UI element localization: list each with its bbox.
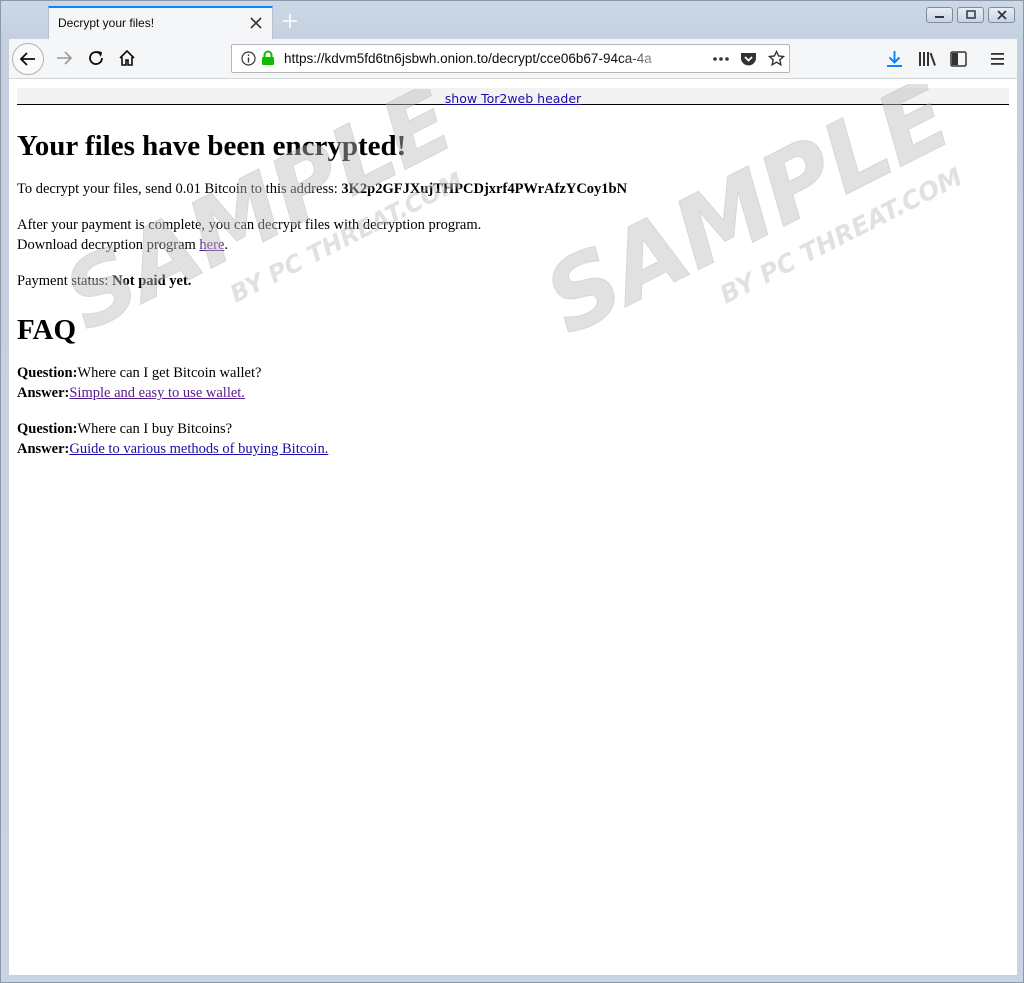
home-icon — [119, 49, 135, 66]
menu-icon[interactable] — [990, 52, 1005, 66]
ransom-page: Your files have been encrypted! To decry… — [17, 107, 997, 475]
lock-icon[interactable] — [261, 50, 275, 66]
pocket-icon[interactable] — [740, 51, 757, 67]
browser-window: Decrypt your files! https://kdvm5fd6tn6j… — [0, 0, 1024, 983]
download-icon[interactable] — [886, 50, 903, 68]
payment-status: Payment status: Not paid yet. — [17, 271, 997, 291]
payment-instructions: To decrypt your files, send 0.01 Bitcoin… — [17, 179, 997, 199]
status-label: Payment status: — [17, 273, 113, 289]
page-heading: Your files have been encrypted! — [17, 130, 407, 162]
library-icon[interactable] — [918, 51, 937, 67]
close-window-button[interactable] — [988, 7, 1015, 23]
new-tab-icon[interactable] — [281, 12, 299, 30]
bitcoin-address: 3K2p2GFJXujTHPCDjxrf4PWrAfzYCoy1bN — [341, 181, 628, 197]
show-tor2web-header-link[interactable]: show Tor2web header — [445, 91, 581, 106]
url-text: https://kdvm5fd6tn6jsbwh.onion.to/decryp… — [284, 51, 652, 66]
question-label: Question: — [17, 365, 78, 381]
answer-label: Answer: — [17, 385, 70, 401]
back-button[interactable] — [12, 43, 44, 75]
tab-title: Decrypt your files! — [58, 16, 155, 30]
wallet-link[interactable]: Simple and easy to use wallet. — [69, 385, 245, 401]
send-text: To decrypt your files, send 0.01 Bitcoin… — [17, 181, 342, 197]
reload-button[interactable] — [83, 45, 111, 73]
address-bar[interactable]: https://kdvm5fd6tn6jsbwh.onion.to/decryp… — [231, 44, 790, 73]
faq-item: Question:Where can I get Bitcoin wallet?… — [17, 363, 997, 403]
tor2web-header-bar: show Tor2web header — [17, 88, 1009, 106]
close-window-icon — [997, 10, 1007, 20]
buy-bitcoin-guide-link[interactable]: Guide to various methods of buying Bitco… — [69, 441, 328, 457]
tab-decrypt[interactable]: Decrypt your files! — [48, 6, 273, 39]
page-content: show Tor2web header Your files have been… — [9, 79, 1017, 975]
after-payment-line: After your payment is complete, you can … — [17, 217, 482, 233]
download-text: Download decryption program — [17, 237, 200, 253]
navigation-toolbar: https://kdvm5fd6tn6jsbwh.onion.to/decryp… — [9, 39, 1017, 79]
question-text: Where can I buy Bitcoins? — [77, 421, 233, 437]
question-text: Where can I get Bitcoin wallet? — [77, 365, 262, 381]
home-button[interactable] — [114, 45, 142, 73]
page-actions-icon[interactable] — [712, 56, 730, 62]
decrypt-info: After your payment is complete, you can … — [17, 215, 997, 255]
bookmark-star-icon[interactable] — [768, 50, 785, 67]
tab-strip: Decrypt your files! — [1, 1, 1023, 39]
download-here-link[interactable]: here — [199, 237, 224, 253]
minimize-button[interactable] — [926, 7, 953, 23]
close-tab-icon[interactable] — [249, 16, 263, 30]
minimize-icon — [935, 16, 944, 18]
question-label: Question: — [17, 421, 78, 437]
answer-label: Answer: — [17, 441, 70, 457]
status-value: Not paid yet. — [112, 273, 192, 289]
window-controls — [926, 7, 1015, 23]
download-end: . — [224, 237, 228, 253]
restore-button[interactable] — [957, 7, 984, 23]
forward-button[interactable] — [51, 45, 79, 73]
restore-icon — [966, 10, 976, 19]
reload-icon — [89, 51, 103, 65]
faq-heading: FAQ — [17, 314, 77, 346]
faq-item: Question:Where can I buy Bitcoins? Answe… — [17, 419, 997, 459]
info-icon[interactable] — [241, 51, 256, 66]
sidebar-icon[interactable] — [950, 51, 967, 67]
back-arrow-icon — [19, 52, 35, 66]
forward-arrow-icon — [57, 51, 73, 65]
